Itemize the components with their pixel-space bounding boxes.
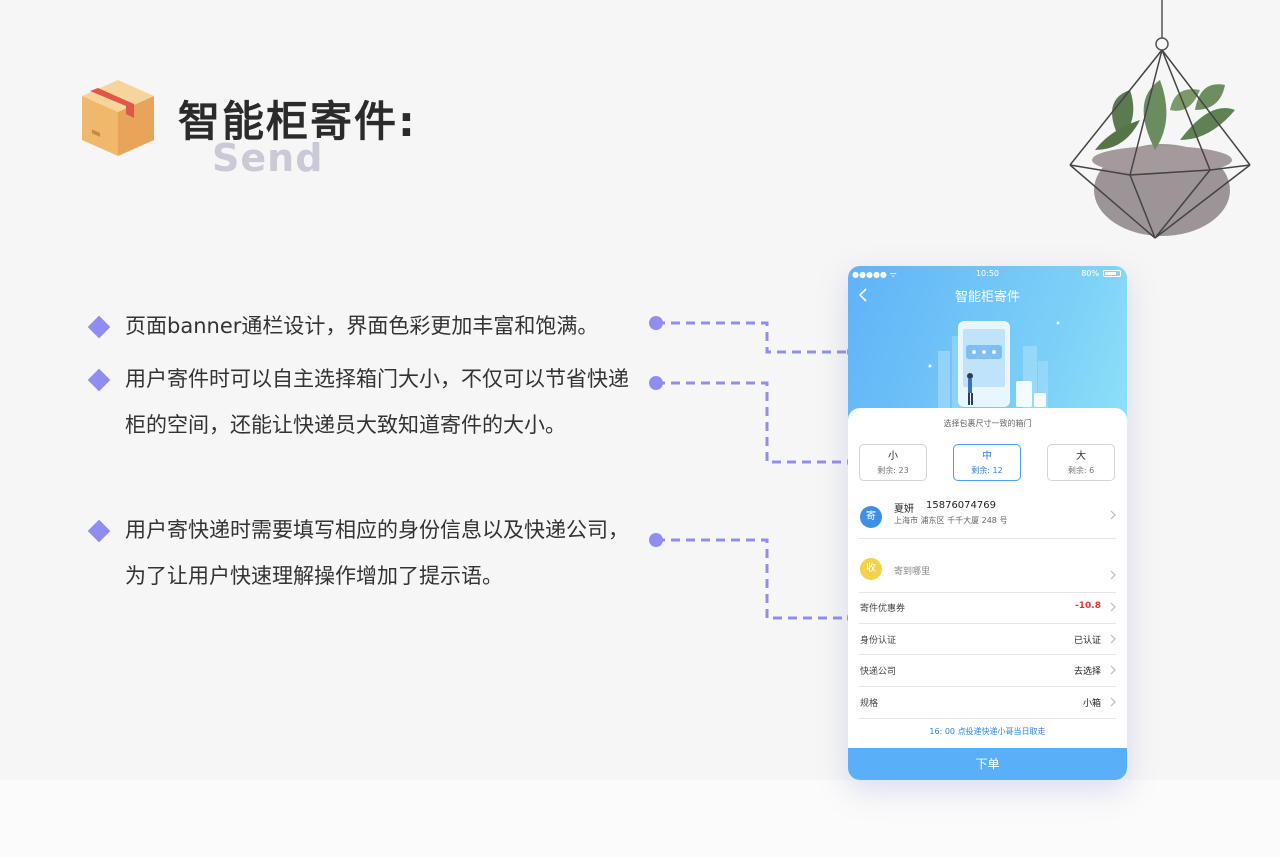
size-option-small[interactable]: 小 剩余: 23 bbox=[859, 444, 927, 481]
sender-address: 上海市 浦东区 千千大厦 248 号 bbox=[894, 516, 1008, 525]
bullet-text: 页面banner通栏设计，界面色彩更加丰富和饱满。 bbox=[125, 314, 599, 338]
size-label: 大 bbox=[1076, 451, 1086, 462]
phone-banner: ●●●●● ᯤ 10:50 80% 智能柜寄件 bbox=[848, 266, 1127, 426]
order-panel: 选择包裹尺寸一致的箱门 小 剩余: 23 中 剩余: 12 大 剩余: 6 寄 … bbox=[848, 408, 1127, 780]
battery-icon bbox=[1103, 270, 1121, 277]
courier-value: 去选择 bbox=[1073, 667, 1101, 677]
place-order-button[interactable]: 下单 bbox=[848, 748, 1127, 780]
receiver-info-row[interactable]: 收 寄到哪里 bbox=[848, 548, 1127, 594]
divider bbox=[859, 718, 1116, 719]
diamond-bullet-icon bbox=[87, 315, 111, 339]
background-bottom-strip bbox=[0, 780, 1280, 857]
row-label: 快递公司 bbox=[860, 667, 897, 677]
identity-row[interactable]: 身份认证 已认证 bbox=[848, 624, 1127, 655]
chevron-right-icon bbox=[1110, 510, 1116, 520]
spec-value: 小箱 bbox=[1082, 699, 1101, 709]
size-label: 小 bbox=[888, 451, 898, 462]
smartphone-illustration-icon bbox=[928, 321, 1060, 411]
size-label: 中 bbox=[982, 451, 992, 462]
chevron-right-icon bbox=[1110, 665, 1116, 675]
sender-phone: 15876074769 bbox=[926, 500, 996, 511]
hanging-plant-icon bbox=[1069, 0, 1251, 239]
row-label: 身份认证 bbox=[860, 636, 897, 646]
chevron-right-icon bbox=[1110, 697, 1116, 707]
size-option-medium[interactable]: 中 剩余: 12 bbox=[953, 444, 1021, 481]
page-subtitle: Send bbox=[212, 136, 324, 180]
coupon-value: -10.8 bbox=[1075, 601, 1101, 611]
size-hint: 选择包裹尺寸一致的箱门 bbox=[943, 419, 1032, 428]
bullet-text: 用户寄件时可以自主选择箱门大小，不仅可以节省快递柜的空间，还能让快递员大致知道寄… bbox=[125, 367, 629, 437]
courier-company-row[interactable]: 快递公司 去选择 bbox=[848, 655, 1127, 686]
size-remaining: 剩余: 6 bbox=[1067, 466, 1095, 475]
size-remaining: 剩余: 23 bbox=[877, 466, 909, 475]
sender-badge: 寄 bbox=[860, 506, 882, 528]
receiver-badge: 收 bbox=[860, 558, 882, 580]
phone-mockup: ●●●●● ᯤ 10:50 80% 智能柜寄件 选择包裹尺寸一致的箱门 小 剩余… bbox=[848, 266, 1127, 780]
chevron-right-icon bbox=[1110, 570, 1116, 580]
battery-level: 80% bbox=[1081, 269, 1099, 278]
chevron-right-icon bbox=[1110, 634, 1116, 644]
receiver-placeholder: 寄到哪里 bbox=[894, 567, 931, 577]
diamond-bullet-icon bbox=[87, 368, 111, 392]
diamond-bullet-icon bbox=[87, 519, 111, 543]
sender-info-row[interactable]: 寄 夏妍 15876074769 上海市 浦东区 千千大厦 248 号 bbox=[848, 496, 1127, 542]
coupon-row[interactable]: 寄件优惠券 -10.8 bbox=[848, 592, 1127, 623]
row-label: 规格 bbox=[860, 699, 879, 709]
row-label: 寄件优惠券 bbox=[860, 604, 906, 614]
pickup-notice: 16: 00 点投递快递小哥当日取走 bbox=[929, 727, 1046, 736]
divider bbox=[859, 538, 1116, 539]
spec-row[interactable]: 规格 小箱 bbox=[848, 687, 1127, 718]
package-box-icon bbox=[82, 80, 154, 156]
status-bar: ●●●●● ᯤ 10:50 80% bbox=[848, 268, 1127, 280]
bullet-text: 用户寄快递时需要填写相应的身份信息以及快递公司，为了让用户快速理解操作增加了提示… bbox=[125, 518, 629, 588]
size-option-large[interactable]: 大 剩余: 6 bbox=[1047, 444, 1115, 481]
identity-value: 已认证 bbox=[1073, 636, 1101, 646]
phone-page-title: 智能柜寄件 bbox=[954, 290, 1020, 305]
size-remaining: 剩余: 12 bbox=[971, 466, 1003, 475]
sender-name: 夏妍 bbox=[894, 504, 914, 515]
chevron-right-icon bbox=[1110, 602, 1116, 612]
